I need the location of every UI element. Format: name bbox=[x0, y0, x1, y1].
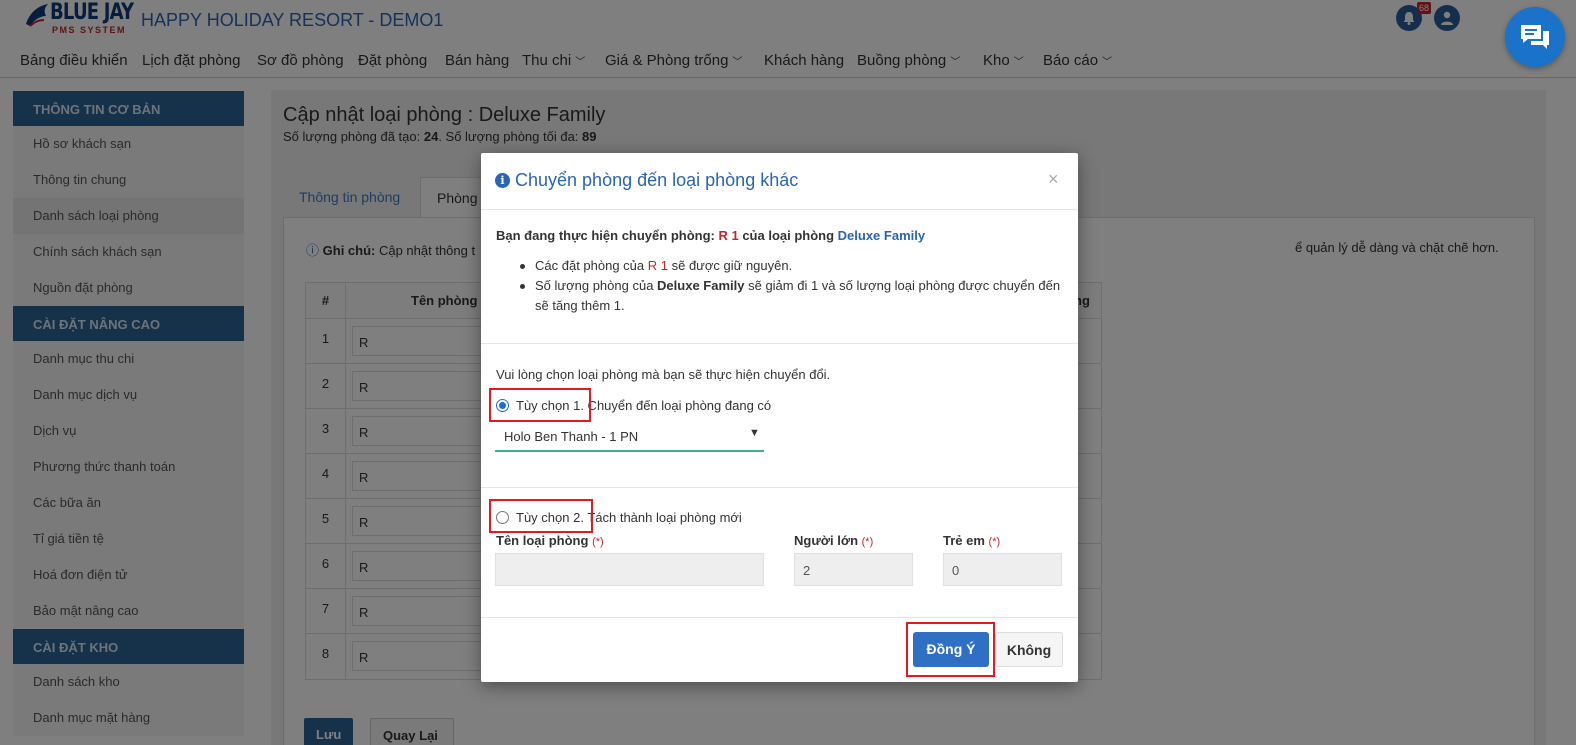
dialog-title-text: Chuyển phòng đến loại phòng khác bbox=[515, 170, 799, 190]
bullet1-a: Các đặt phòng của bbox=[535, 258, 648, 273]
confirm-highlight bbox=[906, 622, 995, 677]
children-label-text: Trẻ em bbox=[943, 533, 985, 548]
intro-mid: của loại phòng bbox=[738, 228, 838, 243]
chevron-down-icon: ▼ bbox=[749, 427, 760, 439]
dialog-header: i Chuyển phòng đến loại phòng khác × bbox=[481, 153, 1078, 210]
room-type-name-input[interactable] bbox=[495, 553, 764, 586]
dialog-bullets: Các đặt phòng của R 1 sẽ được giữ nguyên… bbox=[518, 256, 1063, 316]
info-icon: i bbox=[495, 173, 510, 188]
required-mark: (*) bbox=[592, 536, 604, 548]
room-type-select[interactable]: Holo Ben Thanh - 1 PN ▼ bbox=[495, 423, 764, 452]
divider bbox=[481, 617, 1078, 618]
dialog-intro: Bạn đang thực hiện chuyển phòng: R 1 của… bbox=[496, 228, 925, 243]
bullet2-a: Số lượng phòng của bbox=[535, 278, 658, 293]
children-label: Trẻ em (*) bbox=[943, 533, 1000, 548]
intro-room-type: Deluxe Family bbox=[837, 228, 926, 243]
required-mark: (*) bbox=[988, 536, 1001, 548]
close-icon[interactable]: × bbox=[1048, 169, 1059, 190]
live-chat-button[interactable] bbox=[1505, 7, 1565, 67]
bullet1-room: R 1 bbox=[647, 258, 668, 273]
cancel-button[interactable]: Không bbox=[995, 632, 1063, 667]
dialog-instruction: Vui lòng chọn loại phòng mà bạn sẽ thực … bbox=[496, 367, 831, 382]
bullet-room-count: Số lượng phòng của Deluxe Family sẽ giảm… bbox=[518, 276, 1063, 316]
dialog-title: i Chuyển phòng đến loại phòng khác bbox=[495, 170, 798, 191]
option2-text: Tách thành loại phòng mới bbox=[583, 510, 742, 525]
option1-text: Chuyển đến loại phòng đang có bbox=[583, 398, 772, 413]
bullet-keep-bookings: Các đặt phòng của R 1 sẽ được giữ nguyên… bbox=[518, 256, 1063, 276]
option1-highlight bbox=[489, 388, 591, 422]
bullet2-type: Deluxe Family bbox=[657, 278, 745, 293]
divider bbox=[481, 487, 1078, 488]
option2-highlight bbox=[489, 499, 593, 533]
adults-label-text: Người lớn bbox=[794, 533, 859, 548]
intro-prefix: Bạn đang thực hiện chuyển phòng: bbox=[496, 228, 719, 243]
bullet1-b: sẽ được giữ nguyên. bbox=[667, 258, 793, 273]
room-type-select-value: Holo Ben Thanh - 1 PN bbox=[504, 429, 639, 444]
required-mark: (*) bbox=[861, 536, 874, 548]
adults-input[interactable]: 2 bbox=[794, 553, 913, 586]
move-room-dialog: i Chuyển phòng đến loại phòng khác × Bạn … bbox=[481, 153, 1078, 682]
adults-label: Người lớn (*) bbox=[794, 533, 873, 548]
chat-icon bbox=[1521, 25, 1549, 49]
children-input[interactable]: 0 bbox=[943, 553, 1062, 586]
room-type-name-label-text: Tên loại phòng bbox=[496, 533, 589, 548]
intro-room: R 1 bbox=[718, 228, 739, 243]
divider bbox=[481, 343, 1078, 344]
room-type-name-label: Tên loại phòng (*) bbox=[496, 533, 604, 548]
